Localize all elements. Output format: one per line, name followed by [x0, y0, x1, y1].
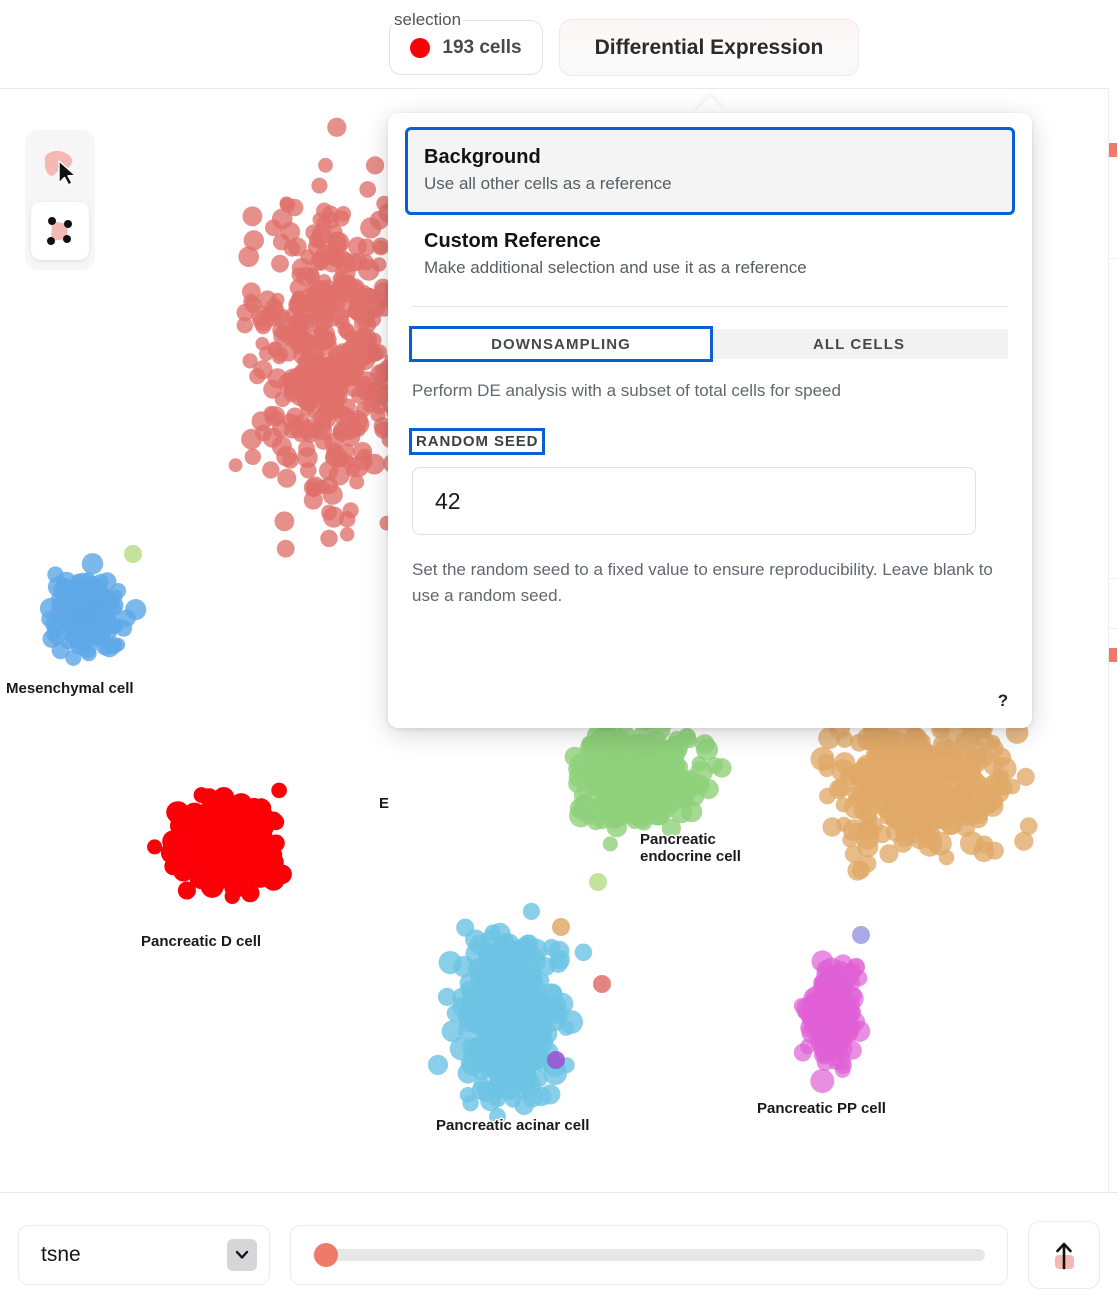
top-selection-bar: 193 cells selection Differential Express… — [0, 0, 1118, 88]
lasso-select-tool-button[interactable] — [31, 138, 89, 196]
slider-track[interactable] — [313, 1242, 985, 1267]
reference-option-background[interactable]: Background Use all other cells as a refe… — [405, 127, 1015, 215]
legend-edge-strip[interactable] — [1108, 88, 1118, 1192]
selection-caption-label: selection — [392, 10, 464, 29]
option-subtitle: Use all other cells as a reference — [424, 174, 672, 193]
chevron-down-glyph — [235, 1250, 249, 1259]
legend-divider — [1108, 578, 1118, 579]
upload-export-button[interactable] — [1028, 1220, 1100, 1289]
option-title: Background — [424, 146, 541, 168]
lasso-select-icon — [44, 151, 77, 186]
sampling-helper-text: Perform DE analysis with a subset of tot… — [412, 381, 841, 400]
embedding-select-value: tsne — [41, 1242, 81, 1266]
cell-sampling-segmented-control: DOWNSAMPLING ALL CELLS — [409, 326, 1008, 362]
point-size-slider[interactable] — [290, 1224, 1008, 1285]
selection-tool-palette — [25, 130, 95, 270]
plot-top-divider — [0, 88, 1118, 89]
slider-thumb[interactable] — [314, 1242, 339, 1267]
segment-downsampling[interactable]: DOWNSAMPLING — [409, 326, 713, 362]
random-seed-hint: Set the random seed to a fixed value to … — [412, 560, 993, 605]
polygon-select-tool-button[interactable] — [31, 202, 89, 260]
help-button[interactable]: ? — [990, 688, 1016, 714]
polygon-select-icon — [47, 217, 72, 245]
differential-expression-popover: Background Use all other cells as a refe… — [388, 113, 1032, 728]
option-subtitle: Make additional selection and use it as … — [424, 258, 807, 277]
arrow-up-icon — [1055, 1242, 1074, 1269]
popover-arrow — [693, 96, 727, 114]
embedding-select[interactable]: tsne — [18, 1224, 270, 1285]
selection-cell-count: 193 cells — [442, 36, 522, 58]
random-seed-label: RANDOM SEED — [408, 428, 546, 455]
legend-swatch[interactable] — [1109, 143, 1117, 157]
legend-divider — [1108, 258, 1118, 259]
random-seed-input[interactable] — [412, 467, 976, 535]
popover-divider — [412, 306, 1008, 307]
bottom-control-bar: tsne — [0, 1192, 1118, 1316]
option-title: Custom Reference — [424, 230, 601, 252]
differential-expression-button[interactable]: Differential Expression — [559, 19, 859, 76]
legend-divider — [1108, 628, 1118, 629]
selection-color-dot — [410, 37, 431, 58]
chevron-down-icon[interactable] — [227, 1238, 257, 1271]
segment-all-cells[interactable]: ALL CELLS — [710, 329, 1008, 359]
legend-swatch[interactable] — [1109, 648, 1117, 662]
reference-option-custom[interactable]: Custom Reference Make additional selecti… — [408, 212, 1012, 288]
